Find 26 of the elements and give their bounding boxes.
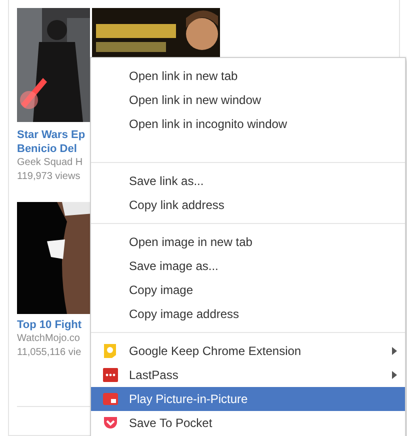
video-title-link[interactable]: Top 10 Fight (17, 318, 90, 332)
menu-item[interactable]: Google Keep Chrome Extension (91, 339, 405, 363)
view-count: 11,055,116 vie (17, 346, 82, 360)
submenu-arrow-icon (392, 371, 397, 379)
menu-item[interactable]: Save To Pocket (91, 411, 405, 435)
pocket-icon (103, 416, 118, 430)
video-title-link[interactable]: Benicio Del (17, 142, 90, 156)
menu-item[interactable]: Copy image (91, 278, 405, 302)
menu-item[interactable]: Save link as... (91, 169, 405, 193)
dots-icon (103, 368, 118, 382)
menu-item[interactable]: Save image as... (91, 254, 405, 278)
menu-item[interactable]: Open link in incognito window (91, 112, 405, 136)
menu-item[interactable]: Copy link address (91, 193, 405, 217)
submenu-arrow-icon (392, 347, 397, 355)
lightbulb-icon (103, 343, 117, 359)
menu-item[interactable]: Open image in new tab (91, 230, 405, 254)
menu-item[interactable]: Play Picture-in-Picture (91, 387, 405, 411)
menu-item[interactable]: Open link in new tab (91, 64, 405, 88)
channel-name: Geek Squad H (17, 156, 84, 170)
video-title-link[interactable]: Star Wars Ep (17, 128, 90, 142)
view-count: 119,973 views (17, 170, 82, 184)
menu-item[interactable]: Open link in new window (91, 88, 405, 112)
channel-name: WatchMojo.co (17, 332, 81, 346)
picture-in-picture-icon (103, 393, 118, 405)
menu-item[interactable]: Copy image address (91, 302, 405, 326)
menu-item[interactable]: LastPass (91, 363, 405, 387)
